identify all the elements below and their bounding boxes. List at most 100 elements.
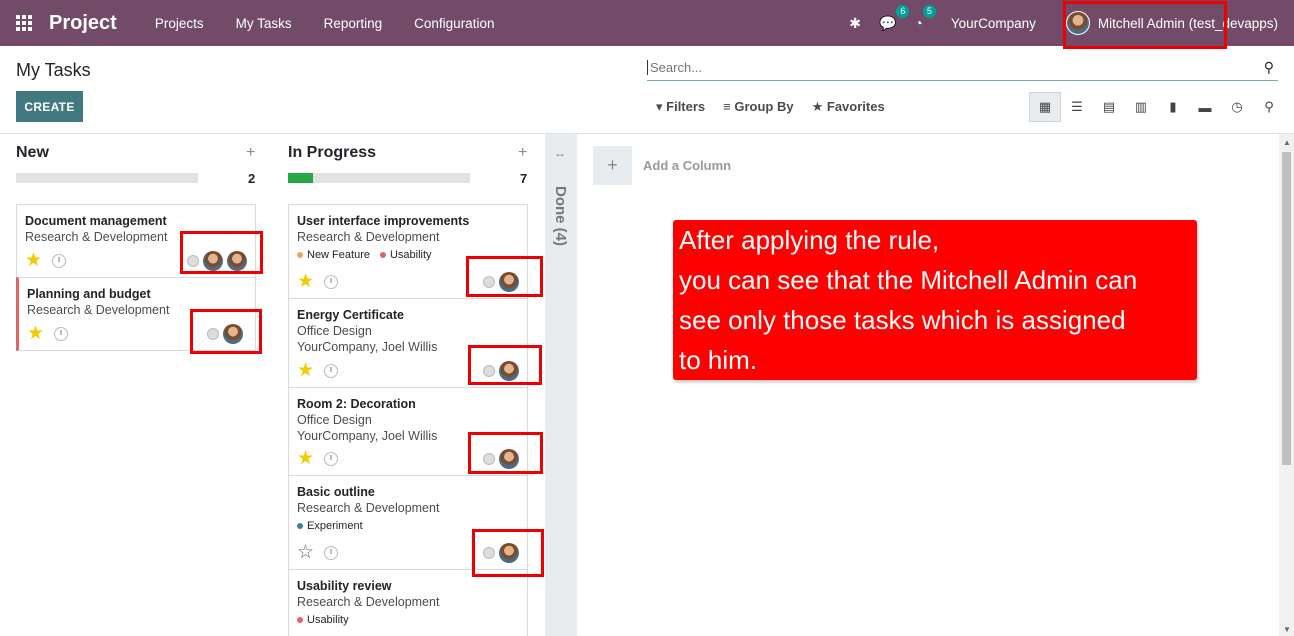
column-done-folded[interactable]: ↔ Done (4) [545, 134, 577, 636]
chat-icon[interactable]: 💬 6 [879, 4, 910, 32]
star-outline-icon[interactable]: ☆ [297, 543, 314, 563]
calendar-view-button[interactable]: ▤ [1093, 92, 1125, 122]
column-progress-bar[interactable] [16, 173, 198, 183]
activity-icon[interactable] [324, 546, 339, 560]
task-card[interactable]: Usability review Research & Development … [288, 569, 528, 636]
callout-line: After applying the rule, [679, 225, 940, 255]
activity-icon[interactable] [324, 364, 339, 378]
tag-label: Usability [389, 249, 432, 261]
task-project: Research & Development [297, 595, 440, 609]
tag-label: Usability [307, 614, 349, 626]
activity-badge: 5 [922, 5, 936, 18]
scroll-up-icon[interactable]: ▲ [1283, 138, 1291, 147]
graph-icon: ▮ [1169, 99, 1177, 114]
assignee-highlight-box [468, 345, 542, 385]
company-switcher[interactable]: YourCompany [951, 16, 1036, 31]
map-view-button[interactable]: ⚲ [1253, 92, 1285, 122]
tag: Usability [297, 614, 349, 626]
search-options: ▾ Filters ≡ Group By ★ Favorites [656, 99, 885, 115]
add-column[interactable]: + Add a Column [593, 146, 731, 185]
search-input[interactable] [647, 59, 1247, 75]
apps-menu-icon[interactable] [16, 14, 34, 32]
activity-icon[interactable] [52, 254, 67, 268]
filters-label: Filters [666, 99, 706, 114]
column-progress-bar[interactable] [288, 173, 470, 183]
chat-badge: 6 [896, 4, 910, 18]
star-icon[interactable]: ★ [297, 272, 314, 292]
calendar-icon: ▤ [1102, 99, 1116, 114]
scroll-down-icon[interactable]: ▼ [1283, 625, 1291, 634]
task-project: Office Design [297, 324, 372, 338]
tag-label: New Feature [307, 249, 370, 261]
menu-my-tasks[interactable]: My Tasks [220, 16, 308, 31]
tag-dot [379, 252, 386, 258]
tag-dot [297, 252, 303, 258]
tag: New Feature [297, 249, 370, 261]
activity-icon[interactable] [54, 327, 69, 341]
task-title: Room 2: Decoration [297, 397, 416, 411]
menu-projects[interactable]: Projects [139, 16, 220, 31]
favorites-button[interactable]: ★ Favorites [812, 99, 885, 115]
menu-configuration[interactable]: Configuration [398, 16, 510, 31]
star-icon[interactable]: ★ [25, 251, 42, 271]
task-tags: Usability [297, 614, 519, 626]
add-column-label: Add a Column [643, 158, 732, 173]
column-new: New + 2 Document management Research & D… [16, 134, 272, 636]
quick-create-icon[interactable]: + [246, 144, 255, 162]
kanban-board: New + 2 Document management Research & D… [0, 133, 1294, 636]
filters-button[interactable]: ▾ Filters [656, 99, 705, 115]
column-count: 2 [248, 171, 256, 186]
column-count: 7 [520, 171, 528, 186]
callout-line: to him. [679, 345, 758, 375]
star-icon[interactable]: ★ [297, 361, 314, 381]
view-switcher: ▦ ☰ ▤ ▥ ▮ ▬ ◷ ⚲ [1029, 92, 1285, 122]
search-icon[interactable]: ⚲ [1264, 59, 1274, 76]
vertical-scrollbar[interactable]: ▲ ▼ [1279, 134, 1294, 636]
unfold-icon[interactable]: ↔ [554, 146, 566, 160]
kanban-view-button[interactable]: ▦ [1029, 92, 1061, 122]
column-title: New [16, 144, 49, 161]
list-view-button[interactable]: ☰ [1061, 92, 1093, 122]
activity-icon[interactable] [324, 275, 339, 289]
kanban-icon: ▦ [1038, 99, 1052, 114]
search-bar: ⚲ [647, 54, 1278, 81]
assignee-highlight-box [190, 309, 262, 354]
folded-column-label: Done (4) [552, 186, 569, 246]
assignee-highlight-box [180, 231, 263, 274]
group-by-button[interactable]: ≡ Group By [723, 99, 793, 115]
assignee-highlight-box [466, 256, 543, 297]
tag-dot [297, 523, 303, 529]
tag-dot [297, 617, 303, 623]
activity-view-button[interactable]: ◷ [1221, 92, 1253, 122]
column-title: In Progress [288, 144, 377, 161]
graph-view-button[interactable]: ▮ [1157, 92, 1189, 122]
star-icon[interactable]: ★ [297, 449, 314, 469]
app-name[interactable]: Project [49, 12, 117, 35]
scrollbar-thumb[interactable] [1282, 152, 1291, 465]
task-title: Energy Certificate [297, 308, 404, 322]
star-icon[interactable]: ★ [27, 324, 44, 344]
cohort-view-button[interactable]: ▬ [1189, 92, 1221, 122]
assignee-highlight-box [472, 529, 544, 577]
activity-icon[interactable] [324, 452, 339, 466]
callout-line: you can see that the Mitchell Admin can [679, 265, 1138, 295]
tag: Experiment [297, 520, 363, 532]
bug-icon[interactable]: ✱ [849, 15, 861, 32]
user-highlight-box [1063, 1, 1227, 49]
task-project: Research & Development [297, 230, 440, 244]
quick-create-icon[interactable]: + [518, 144, 527, 162]
task-project: Office Design [297, 413, 372, 427]
pivot-view-button[interactable]: ▥ [1125, 92, 1157, 122]
add-column-icon[interactable]: + [593, 146, 632, 185]
progress-fill [288, 173, 314, 183]
main-menu: Projects My Tasks Reporting Configuratio… [139, 16, 511, 31]
task-title: User interface improvements [297, 214, 470, 228]
callout-line: see only those tasks which is assigned [679, 305, 1126, 335]
menu-reporting[interactable]: Reporting [308, 16, 399, 31]
task-title: Basic outline [297, 485, 375, 499]
tag: Usability [379, 249, 432, 261]
activity-clock-icon[interactable]: ◔ 5 [914, 5, 936, 31]
cohort-icon: ▬ [1198, 99, 1212, 115]
annotation-callout: After applying the rule, you can see tha… [673, 220, 1197, 380]
create-button[interactable]: CREATE [16, 91, 83, 122]
